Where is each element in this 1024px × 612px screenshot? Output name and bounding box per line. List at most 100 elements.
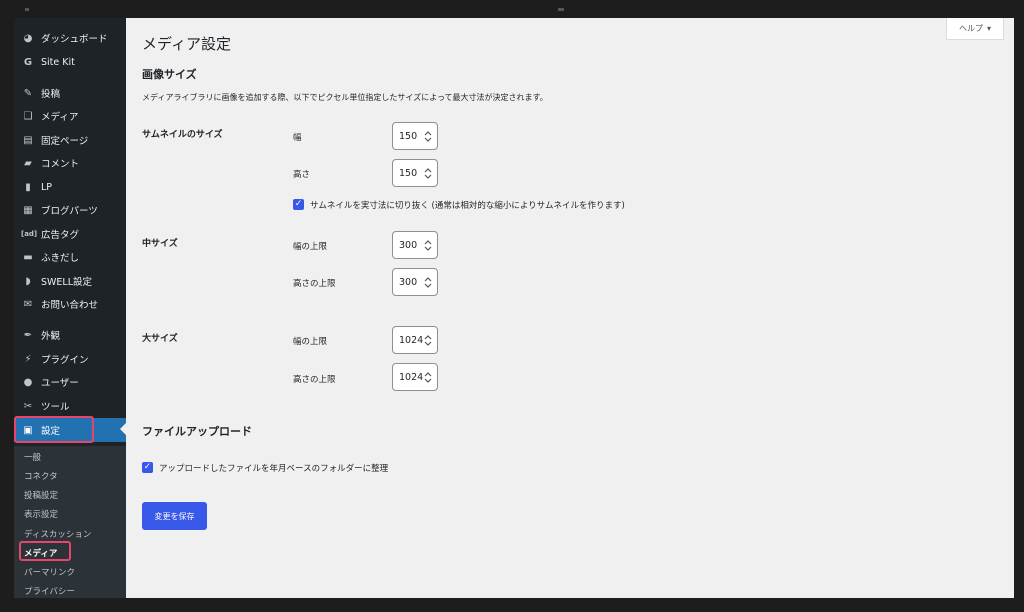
crop-thumbnail-checkbox[interactable]: ✓ — [293, 199, 304, 210]
submenu-privacy[interactable]: プライバシー — [24, 585, 75, 597]
top-dot — [558, 8, 564, 11]
thumbnail-width-value: 150 — [399, 130, 418, 142]
menu-item-media[interactable]: ❑ メディア — [14, 105, 126, 127]
submenu-reading[interactable]: 表示設定 — [24, 508, 58, 520]
menu-item-tools[interactable]: ✂ ツール — [14, 395, 126, 417]
settings-submenu: 一般 コネクタ 投稿設定 表示設定 ディスカッション メディア パーマリンク プ… — [14, 446, 126, 598]
section-title-file-uploads: ファイルアップロード — [142, 425, 252, 438]
page-icon: ▤ — [23, 134, 33, 146]
submenu-connectors[interactable]: コネクタ — [24, 470, 58, 482]
thumbnail-width-input[interactable]: 150 — [392, 122, 438, 150]
thumbnail-size-label: サムネイルのサイズ — [142, 130, 223, 140]
organize-uploads-checkbox[interactable]: ✓ — [142, 462, 153, 473]
menu-item-appearance[interactable]: ✒ 外観 — [14, 324, 126, 346]
thumbnail-height-value: 150 — [399, 167, 418, 179]
dashboard-icon: ◕ — [23, 32, 33, 44]
submenu-discussion[interactable]: ディスカッション — [24, 528, 91, 540]
menu-item-comments[interactable]: ▰ コメント — [14, 152, 126, 174]
highlight-settings — [14, 416, 94, 443]
menu-label: コメント — [41, 159, 80, 170]
menu-label: ユーザー — [41, 378, 79, 389]
large-size-label: 大サイズ — [142, 334, 178, 344]
submenu-permalinks[interactable]: パーマリンク — [24, 566, 75, 578]
menu-label: ダッシュボード — [41, 34, 108, 45]
menu-item-swell-settings[interactable]: ◗ SWELL設定 — [14, 270, 126, 292]
stepper-icon[interactable] — [424, 276, 432, 289]
menu-label: 投稿 — [41, 89, 61, 100]
stepper-icon[interactable] — [424, 130, 432, 143]
menu-item-lp[interactable]: ▮ LP — [14, 176, 126, 198]
menu-item-site-kit[interactable]: G Site Kit — [14, 51, 126, 73]
menu-label: ブログパーツ — [41, 206, 98, 217]
comment-icon: ▰ — [24, 157, 32, 169]
menu-label: SWELL設定 — [41, 277, 93, 288]
menu-label: Site Kit — [41, 56, 75, 68]
menu-label: ふきだし — [41, 253, 80, 264]
balloon-icon: ▬ — [23, 251, 33, 263]
stepper-icon[interactable] — [424, 239, 432, 252]
page-title: メディア設定 — [142, 35, 231, 53]
menu-label: LP — [41, 181, 53, 193]
large-width-label: 幅の上限 — [293, 337, 328, 347]
menu-label: 外観 — [41, 331, 61, 342]
menu-label: メディア — [41, 112, 79, 123]
large-width-value: 1024 — [399, 334, 424, 346]
image-sizes-description: メディアライブラリに画像を追加する際、以下でピクセル単位指定したサイズによって最… — [142, 93, 548, 102]
medium-width-label: 幅の上限 — [293, 242, 328, 252]
user-icon: ● — [23, 376, 33, 388]
submenu-writing[interactable]: 投稿設定 — [24, 489, 58, 501]
help-button[interactable]: ヘルプ ▾ — [946, 18, 1004, 40]
menu-item-users[interactable]: ● ユーザー — [14, 371, 126, 393]
large-height-value: 1024 — [399, 371, 424, 383]
section-title-image-sizes: 画像サイズ — [142, 68, 197, 81]
medium-height-label: 高さの上限 — [293, 279, 336, 289]
menu-label: お問い合わせ — [41, 300, 99, 311]
menu-label: 広告タグ — [41, 230, 80, 241]
thumbnail-height-label: 高さ — [293, 170, 311, 180]
top-dot — [25, 8, 29, 11]
menu-item-balloons[interactable]: ▬ ふきだし — [14, 246, 126, 268]
save-changes-button[interactable]: 変更を保存 — [142, 502, 207, 530]
menu-label: プラグイン — [41, 355, 89, 366]
thumbnail-height-input[interactable]: 150 — [392, 159, 438, 187]
stepper-icon[interactable] — [424, 334, 432, 347]
highlight-media — [19, 541, 71, 561]
large-height-input[interactable]: 1024 — [392, 363, 438, 391]
document-icon: ▮ — [25, 181, 31, 193]
menu-item-plugins[interactable]: ⚡ プラグイン — [14, 348, 126, 370]
medium-height-value: 300 — [399, 276, 418, 288]
large-width-input[interactable]: 1024 — [392, 326, 438, 354]
google-icon: G — [23, 56, 33, 68]
menu-item-pages[interactable]: ▤ 固定ページ — [14, 129, 126, 151]
brush-icon: ✒ — [23, 329, 33, 341]
menu-item-dashboard[interactable]: ◕ ダッシュボード — [14, 27, 126, 49]
large-height-label: 高さの上限 — [293, 375, 336, 385]
menu-item-posts[interactable]: ✎ 投稿 — [14, 82, 126, 104]
help-label: ヘルプ — [958, 24, 983, 33]
thumbnail-width-label: 幅 — [293, 133, 302, 143]
blocks-icon: ▦ — [23, 204, 33, 216]
swell-icon: ◗ — [25, 275, 31, 287]
stepper-icon[interactable] — [424, 167, 432, 180]
menu-label: ツール — [41, 402, 70, 413]
wrench-icon: ✂ — [23, 400, 33, 412]
menu-label: 固定ページ — [41, 136, 89, 147]
menu-item-ad-tags[interactable]: [ad] 広告タグ — [14, 223, 126, 245]
submenu-general[interactable]: 一般 — [24, 451, 41, 463]
medium-width-input[interactable]: 300 — [392, 231, 438, 259]
admin-window: ◕ ダッシュボード G Site Kit ✎ 投稿 ❑ メディア ▤ 固定ページ… — [14, 18, 1014, 598]
crop-thumbnail-label: サムネイルを実寸法に切り抜く (通常は相対的な縮小によりサムネイルを作ります) — [310, 201, 625, 211]
pin-icon: ✎ — [23, 87, 33, 99]
medium-size-label: 中サイズ — [142, 239, 178, 249]
stepper-icon[interactable] — [424, 371, 432, 384]
organize-uploads-label: アップロードしたファイルを年月ベースのフォルダーに整理 — [159, 464, 389, 474]
medium-height-input[interactable]: 300 — [392, 268, 438, 296]
ad-icon: [ad] — [21, 230, 38, 238]
media-icon: ❑ — [23, 110, 33, 122]
plugin-icon: ⚡ — [24, 353, 32, 365]
main-content: ヘルプ ▾ メディア設定 画像サイズ メディアライブラリに画像を追加する際、以下… — [126, 18, 1014, 598]
menu-item-blog-parts[interactable]: ▦ ブログパーツ — [14, 199, 126, 221]
menu-item-contact[interactable]: ✉ お問い合わせ — [14, 293, 126, 315]
admin-sidebar: ◕ ダッシュボード G Site Kit ✎ 投稿 ❑ メディア ▤ 固定ページ… — [14, 18, 126, 598]
mail-icon: ✉ — [23, 298, 33, 310]
